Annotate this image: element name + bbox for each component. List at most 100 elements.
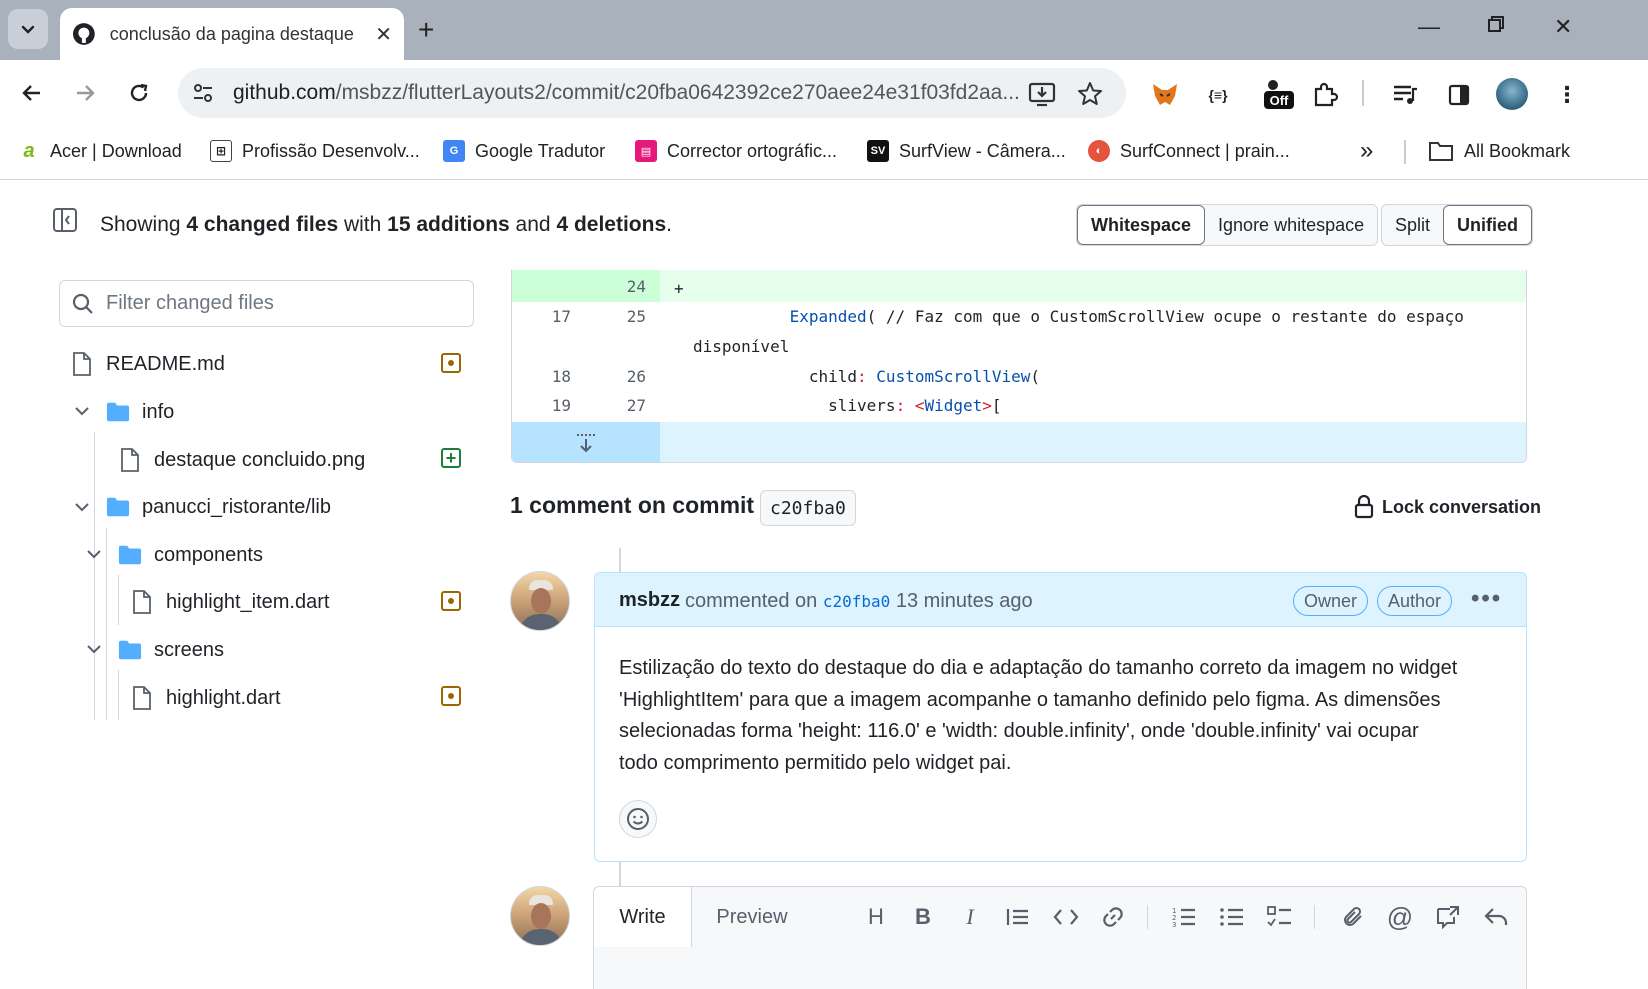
filter-changed-files[interactable]	[59, 280, 474, 327]
chevron-down-icon[interactable]	[72, 497, 92, 517]
bookmark-surfconnect[interactable]: ◐ SurfConnect | prain...	[1088, 136, 1290, 166]
address-bar[interactable]: github.com/msbzz/flutterLayouts2/commit/…	[178, 68, 1126, 118]
unordered-list-icon[interactable]	[1218, 903, 1246, 931]
minimize-icon[interactable]: —	[1418, 14, 1440, 40]
media-controls-icon[interactable]	[1390, 80, 1420, 110]
avatar[interactable]	[510, 571, 570, 631]
tree-file-highlight-item[interactable]: highlight_item.dart	[130, 584, 329, 620]
code-tool-icon[interactable]	[1052, 903, 1080, 931]
bold-tool-icon[interactable]: B	[909, 903, 937, 931]
comment-options-icon[interactable]: •••	[1471, 585, 1502, 613]
old-line-number[interactable]: 19	[512, 396, 571, 415]
tab-title: conclusão da pagina destaque ·	[109, 23, 358, 44]
commit-sha-chip: c20fba0	[760, 490, 856, 526]
reload-button[interactable]	[122, 76, 156, 110]
tree-file-destaque-png[interactable]: destaque concluido.png	[118, 442, 365, 478]
sidebar-collapse-icon[interactable]	[52, 207, 78, 233]
unfold-down-icon	[577, 433, 595, 452]
whitespace-toggle-group: Whitespace Ignore whitespace	[1076, 204, 1379, 246]
tree-file-highlight[interactable]: highlight.dart	[130, 680, 281, 716]
ordered-list-icon[interactable]: 123	[1170, 903, 1198, 931]
back-button[interactable]	[15, 76, 49, 110]
tree-guide-line	[118, 670, 119, 720]
json-extension-icon[interactable]: {≡}	[1203, 80, 1233, 110]
write-tab[interactable]: Write	[594, 887, 692, 947]
heading-tool-icon[interactable]: H	[862, 903, 890, 931]
cross-reference-icon[interactable]	[1434, 903, 1462, 931]
extensions-puzzle-icon[interactable]	[1310, 80, 1340, 110]
site-settings-icon[interactable]	[190, 80, 216, 106]
new-line-number[interactable]: 24	[576, 277, 646, 296]
folder-icon	[106, 400, 130, 424]
toolbar-divider	[1362, 80, 1364, 106]
browser-menu-icon[interactable]: ⋮	[1552, 80, 1582, 110]
restore-icon[interactable]	[1486, 14, 1506, 40]
tree-folder-components[interactable]: components	[118, 537, 263, 573]
bookmark-corrector[interactable]: ▤ Corrector ortográfic...	[635, 136, 837, 166]
bookmark-star-icon[interactable]	[1076, 80, 1104, 108]
filter-files-input[interactable]	[106, 292, 466, 315]
new-line-number[interactable]: 27	[576, 396, 646, 415]
bookmarks-bar: a Acer | Download ⊞ Profissão Desenvolv.…	[0, 126, 1648, 180]
acer-logo-icon: a	[23, 139, 35, 162]
mention-icon[interactable]: @	[1386, 902, 1414, 932]
comment-author-link[interactable]: msbzz	[619, 589, 680, 612]
link-tool-icon[interactable]	[1099, 903, 1127, 931]
tree-guide-line	[94, 432, 95, 720]
attach-file-icon[interactable]	[1339, 903, 1367, 931]
chevron-down-icon[interactable]	[84, 639, 104, 659]
bookmark-surfview[interactable]: SV SurfView - Câmera...	[867, 136, 1066, 166]
forward-button[interactable]	[68, 76, 102, 110]
comment-commit-link[interactable]: c20fba0	[823, 592, 890, 611]
install-app-icon[interactable]	[1028, 80, 1056, 108]
old-line-number[interactable]: 18	[512, 367, 571, 386]
browser-tab[interactable]: conclusão da pagina destaque · ✕	[60, 8, 404, 60]
avatar[interactable]	[510, 886, 570, 946]
chevron-down-icon[interactable]	[72, 401, 92, 421]
new-line-number[interactable]: 25	[576, 307, 646, 326]
italic-tool-icon[interactable]: I	[956, 903, 984, 931]
owner-badge: Owner	[1293, 586, 1369, 616]
expand-down-button[interactable]	[512, 422, 660, 462]
preview-tab[interactable]: Preview	[692, 887, 812, 947]
file-icon	[130, 686, 154, 710]
metamask-extension-icon[interactable]	[1150, 80, 1180, 110]
file-modified-icon	[441, 353, 461, 373]
bookmark-acer[interactable]: a Acer | Download	[18, 136, 181, 166]
more-bookmarks-button[interactable]: »	[1360, 136, 1373, 166]
add-reaction-button[interactable]	[619, 800, 657, 838]
comment-timestamp[interactable]: 13 minutes ago	[896, 590, 1033, 612]
lock-conversation-button[interactable]: Lock conversation	[1354, 495, 1541, 519]
ignore-whitespace-button[interactable]: Ignore whitespace	[1205, 205, 1377, 245]
whitespace-button[interactable]: Whitespace	[1077, 205, 1206, 245]
file-modified-icon	[441, 686, 461, 706]
reply-icon[interactable]	[1482, 903, 1510, 931]
all-bookmarks-button[interactable]: All Bookmark	[1428, 136, 1570, 166]
bookmark-google-tradutor[interactable]: G Google Tradutor	[443, 136, 605, 166]
task-list-icon[interactable]	[1266, 903, 1294, 931]
surfconnect-icon: ◐	[1088, 140, 1110, 162]
quote-tool-icon[interactable]	[1004, 903, 1032, 931]
old-line-number[interactable]: 17	[512, 307, 571, 326]
tab-search-button[interactable]	[8, 9, 48, 49]
tree-folder-info[interactable]: info	[106, 394, 174, 430]
split-view-button[interactable]: Split	[1382, 205, 1443, 245]
tree-file-readme[interactable]: README.md	[70, 346, 225, 382]
new-line-number[interactable]: 26	[576, 367, 646, 386]
bookmark-profissao[interactable]: ⊞ Profissão Desenvolv...	[210, 136, 420, 166]
chevron-down-icon[interactable]	[84, 544, 104, 564]
comment-meta: commented on c20fba0 13 minutes ago	[685, 590, 1033, 612]
tree-folder-screens[interactable]: screens	[118, 632, 224, 668]
diff-code-wrap: disponível	[693, 337, 790, 356]
side-panel-icon[interactable]	[1444, 80, 1474, 110]
tree-folder-lib[interactable]: panucci_ristorante/lib	[106, 489, 331, 525]
url-text: github.com/msbzz/flutterLayouts2/commit/…	[233, 81, 1020, 104]
toolbar-divider	[1314, 905, 1315, 929]
close-window-icon[interactable]: ✕	[1554, 14, 1572, 40]
close-tab-icon[interactable]: ✕	[375, 22, 392, 47]
new-tab-button[interactable]: +	[418, 14, 434, 46]
profile-avatar[interactable]	[1496, 78, 1528, 110]
off-extension-icon[interactable]: Off	[1264, 80, 1294, 110]
unified-view-button[interactable]: Unified	[1443, 205, 1533, 245]
browser-toolbar: github.com/msbzz/flutterLayouts2/commit/…	[0, 60, 1648, 126]
